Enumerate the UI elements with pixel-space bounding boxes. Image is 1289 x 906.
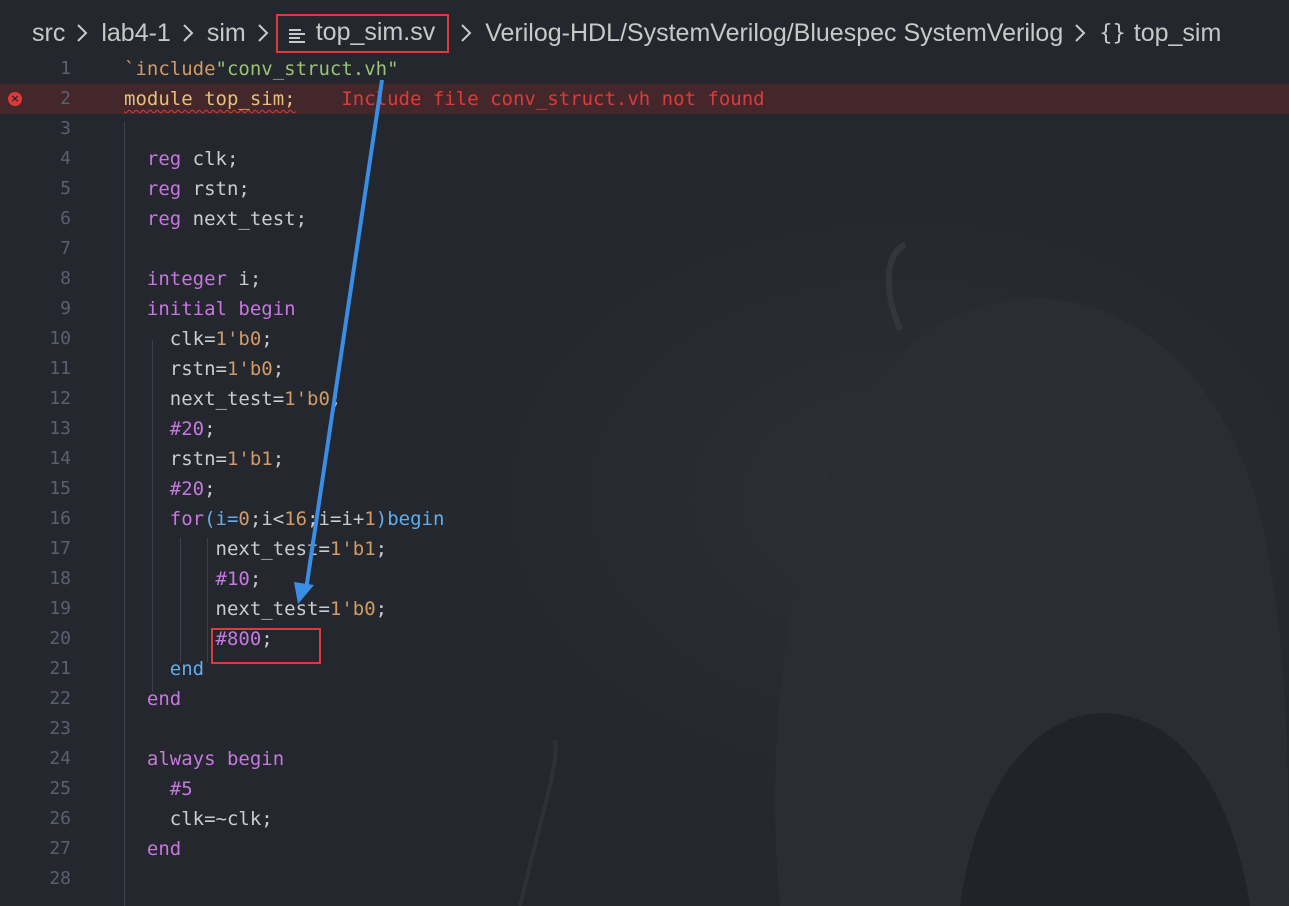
code-editor[interactable]: 1 `include"conv_struct.vh" × 2 module to… (0, 52, 1289, 906)
code-line[interactable]: 25 #5 (0, 774, 1289, 804)
code-line[interactable]: 19 next_test=1'b0; (0, 594, 1289, 624)
breadcrumb-item-symbol[interactable]: {} top_sim (1099, 19, 1221, 48)
code-line[interactable]: 22 end (0, 684, 1289, 714)
code-line-error[interactable]: × 2 module top_sim; Include file conv_st… (0, 84, 1289, 114)
chevron-right-icon (73, 21, 91, 45)
code-line[interactable]: 6 reg next_test; (0, 204, 1289, 234)
code-line[interactable]: 27 end (0, 834, 1289, 864)
file-name: top_sim.sv (315, 17, 436, 46)
symbol-name: top_sim (1133, 18, 1222, 47)
chevron-right-icon (1071, 21, 1089, 45)
line-number: 1 (60, 58, 71, 79)
code-line[interactable]: 21 end (0, 654, 1289, 684)
code-line[interactable]: 16 for(i=0;i<16;i=i+1)begin (0, 504, 1289, 534)
breadcrumb-item-src[interactable]: src (32, 19, 65, 48)
module-declaration: module top_sim; (124, 88, 296, 110)
code-line[interactable]: 12 next_test=1'b0; (0, 384, 1289, 414)
chevron-right-icon (254, 21, 272, 45)
symbol-braces-icon: {} (1099, 20, 1126, 46)
code-line[interactable]: 15 #20; (0, 474, 1289, 504)
code-line[interactable]: 9 initial begin (0, 294, 1289, 324)
code-line[interactable]: 24 always begin (0, 744, 1289, 774)
error-message: Include file conv_struct.vh not found (341, 88, 765, 110)
code-line[interactable]: 17 next_test=1'b1; (0, 534, 1289, 564)
code-line[interactable]: 1 `include"conv_struct.vh" (0, 54, 1289, 84)
annotation-highlight-box (211, 628, 321, 664)
code-line[interactable]: 11 rstn=1'b0; (0, 354, 1289, 384)
code-line[interactable]: 18 #10; (0, 564, 1289, 594)
code-line[interactable]: 10 clk=1'b0; (0, 324, 1289, 354)
code-line[interactable]: 7 (0, 234, 1289, 264)
line-number: 2 (60, 88, 71, 109)
code-line[interactable]: 26 clk=~clk; (0, 804, 1289, 834)
code-line[interactable]: 14 rstn=1'b1; (0, 444, 1289, 474)
code-line[interactable]: 3 (0, 114, 1289, 144)
code-line[interactable]: 20 #800; (0, 624, 1289, 654)
code-line[interactable]: 5 reg rstn; (0, 174, 1289, 204)
breadcrumb-item-file[interactable]: top_sim.sv (275, 13, 450, 53)
code-line[interactable]: 8 integer i; (0, 264, 1289, 294)
breadcrumb-item-lab4-1[interactable]: lab4-1 (101, 19, 171, 48)
code-line[interactable]: 13 #20; (0, 414, 1289, 444)
breadcrumb-item-language[interactable]: Verilog-HDL/SystemVerilog/Bluespec Syste… (485, 19, 1063, 48)
chevron-right-icon (179, 21, 197, 45)
code-line[interactable]: 23 (0, 714, 1289, 744)
file-lines-icon (288, 23, 306, 43)
breadcrumb-item-sim[interactable]: sim (207, 19, 246, 48)
code-line[interactable]: 4 reg clk; (0, 144, 1289, 174)
chevron-right-icon (457, 21, 475, 45)
code-line[interactable]: 28 (0, 864, 1289, 894)
